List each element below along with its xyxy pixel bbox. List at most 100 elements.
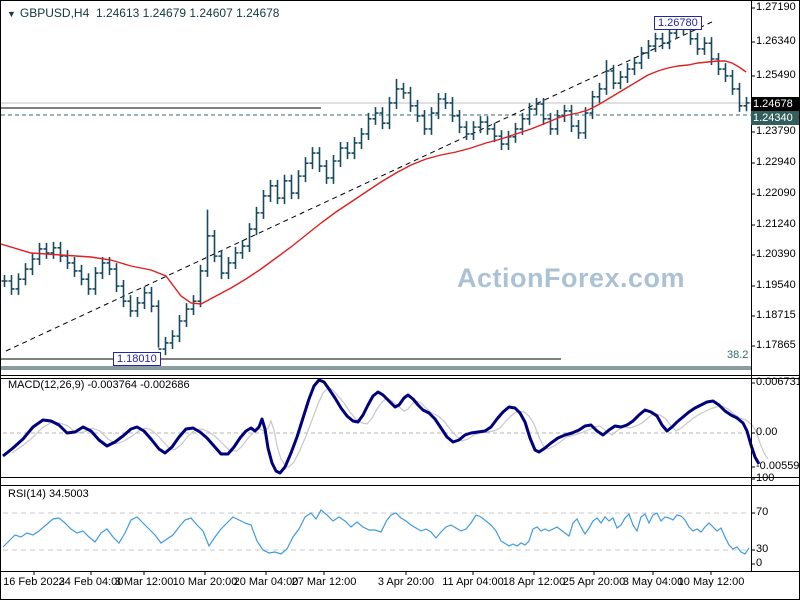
ohlc-quote: 1.24613 1.24679 1.24607 1.24678 <box>95 6 280 20</box>
rsi-indicator-label: RSI(14) 34.5003 <box>8 488 89 500</box>
price-bar <box>183 303 190 327</box>
price-bar <box>449 96 456 122</box>
price-axis-label: 1.26340 <box>756 35 796 47</box>
price-bar <box>407 86 414 112</box>
panel-divider-main-macd[interactable] <box>1 375 799 376</box>
price-axis-label: 1.23790 <box>756 125 796 137</box>
price-bar <box>456 109 463 134</box>
chevron-down-icon[interactable]: ▼ <box>7 9 16 19</box>
price-bar <box>421 109 428 135</box>
rsi-axis-label: 0 <box>756 557 763 569</box>
actionforex-watermark: ActionForex.com <box>456 263 686 293</box>
price-bar <box>624 63 631 84</box>
price-bar <box>554 109 561 135</box>
price-bar <box>281 174 288 205</box>
price-bar <box>337 142 344 167</box>
price-bar <box>631 56 638 76</box>
price-bar <box>736 82 743 112</box>
price-bar <box>379 107 386 130</box>
price-bar <box>22 263 29 286</box>
rsi-line <box>2 509 750 555</box>
time-axis-label: 27 Mar 12:00 <box>291 576 357 588</box>
price-axis-label: 1.19540 <box>756 279 796 291</box>
price-bar <box>316 147 323 173</box>
price-bar <box>743 96 750 112</box>
price-bar <box>246 223 253 253</box>
current-price-badge: 1.24678 <box>751 97 799 111</box>
price-bar <box>428 107 435 135</box>
price-bar <box>323 160 330 184</box>
price-bar <box>225 256 232 280</box>
price-bar <box>344 142 351 160</box>
price-bar <box>169 330 176 349</box>
price-axis-label: 1.18715 <box>756 309 796 321</box>
price-bar <box>575 120 582 139</box>
price-bars <box>1 20 750 356</box>
price-bar <box>645 40 652 59</box>
swing-high-label-box[interactable]: 1.26780 <box>654 16 702 30</box>
price-bar <box>29 253 36 276</box>
price-bar <box>78 264 85 286</box>
time-axis-label: 10 May 12:00 <box>677 576 745 588</box>
chart-canvas[interactable] <box>1 1 799 599</box>
macd-indicator-label: MACD(12,26,9) -0.003764 -0.002686 <box>8 379 190 391</box>
price-bar <box>71 256 78 277</box>
price-bar <box>722 63 729 82</box>
price-axis-label: 1.25490 <box>756 69 796 81</box>
price-bar <box>561 104 568 122</box>
symbol-header[interactable]: ▼ GBPUSD,H4 1.24613 1.24679 1.24607 1.246… <box>7 6 279 20</box>
price-axis-label: 1.27190 <box>756 1 796 13</box>
rsi-axis-label: 30 <box>756 543 769 555</box>
price-bar <box>596 82 603 103</box>
price-bar <box>92 267 99 295</box>
price-bar <box>540 98 547 125</box>
price-bar <box>330 154 337 184</box>
price-bar <box>260 189 267 219</box>
support-level-badge: 1.24340 <box>751 111 799 125</box>
price-bar <box>351 136 358 160</box>
price-bar <box>533 98 540 116</box>
price-bar <box>50 241 57 259</box>
price-bar <box>218 250 225 280</box>
price-axis-label: 1.22940 <box>756 156 796 168</box>
price-bar <box>1 274 8 287</box>
symbol-name: GBPUSD,H4 <box>19 6 90 20</box>
price-axis-label: 1.21240 <box>756 218 796 230</box>
price-bar <box>148 286 155 313</box>
price-bar <box>701 37 708 55</box>
price-bar <box>442 93 449 109</box>
price-bar <box>694 32 701 55</box>
price-bar <box>470 121 477 140</box>
price-bar <box>729 69 736 95</box>
price-axis-label: 1.17865 <box>756 339 796 351</box>
fib-382-label: 38.2 <box>727 349 749 361</box>
panel-divider-main-macd-lower <box>1 378 799 379</box>
price-axis-label: 1.20390 <box>756 248 796 260</box>
price-bar <box>64 250 71 269</box>
price-bar <box>659 32 666 50</box>
price-bar <box>547 112 554 135</box>
price-bar <box>176 314 183 343</box>
price-bar <box>393 78 400 109</box>
price-bar <box>666 27 673 50</box>
price-bar <box>309 147 316 170</box>
macd-axis-label: -0.005595 <box>756 460 800 472</box>
price-bar <box>568 104 575 133</box>
price-bar <box>197 264 204 308</box>
price-bar <box>491 122 498 143</box>
price-bar <box>204 209 211 277</box>
price-bar <box>267 179 274 202</box>
panel-divider-macd-rsi[interactable] <box>1 477 799 478</box>
price-axis-label: 1.22090 <box>756 187 796 199</box>
price-bar <box>141 286 148 309</box>
price-bar <box>15 273 22 295</box>
rsi-axis-label: 70 <box>756 506 769 518</box>
price-bar <box>358 127 365 149</box>
price-bar <box>127 295 134 317</box>
price-bar <box>43 242 50 259</box>
price-bar <box>162 336 169 356</box>
price-bar <box>295 170 302 200</box>
price-bar <box>211 229 218 263</box>
macd-main-line <box>2 378 761 475</box>
swing-low-label-box[interactable]: 1.18010 <box>113 352 161 366</box>
